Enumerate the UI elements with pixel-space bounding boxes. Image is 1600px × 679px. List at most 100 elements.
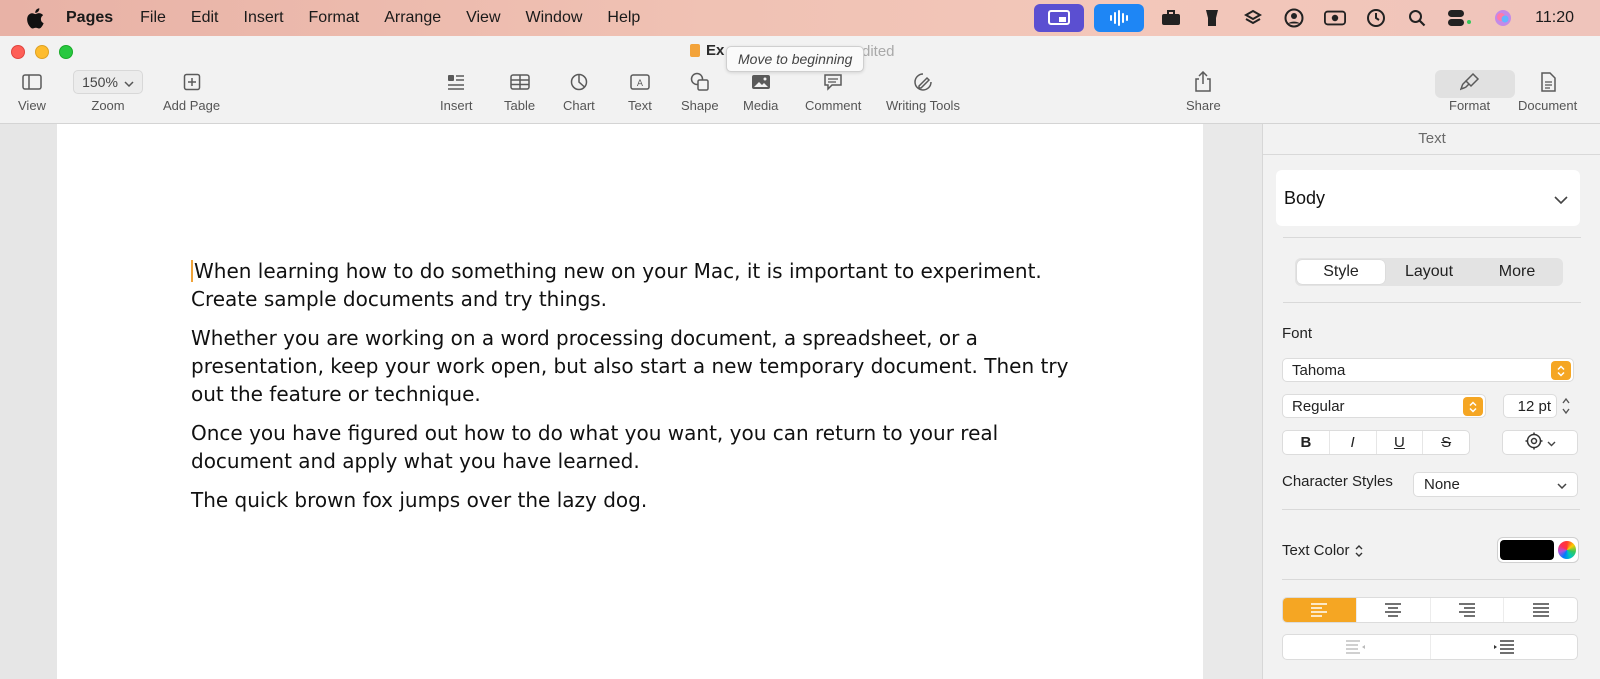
paragraph[interactable]: When learning how to do something new on… [191,257,1091,313]
screen-mirroring-icon[interactable] [1034,4,1085,32]
comment-label: Comment [805,98,862,113]
dropbox-icon[interactable] [1242,7,1264,29]
canvas-gutter [1203,124,1262,679]
menu-bar: Pages File Edit Insert Format Arrange Vi… [0,0,1600,36]
up-down-arrows-icon [1551,361,1571,380]
menu-view[interactable]: View [466,9,500,27]
siri-icon[interactable] [1492,7,1514,29]
media-label: Media [743,98,779,113]
document-body[interactable]: When learning how to do something new on… [191,257,1091,525]
voice-control-icon[interactable] [1094,4,1145,32]
document-icon [690,44,700,57]
document-title-text: Ex [706,42,725,59]
table-label: Table [504,98,536,113]
align-right-button[interactable] [1431,598,1505,622]
character-styles-popup[interactable]: None [1413,472,1578,497]
increase-indent-button[interactable] [1431,635,1578,659]
view-button[interactable]: View [18,70,46,113]
zoom-value: 150% [82,74,118,90]
text-color-popup[interactable]: Text Color [1282,542,1363,559]
spotlight-icon[interactable] [1406,7,1428,29]
character-styles-label: Character Styles [1282,473,1393,490]
share-button[interactable]: Share [1186,70,1221,113]
document-page[interactable]: When learning how to do something new on… [57,124,1203,679]
zoom-control[interactable]: 150% Zoom [73,70,143,113]
menu-pages[interactable]: Pages [66,9,113,27]
align-right-icon [1458,603,1475,617]
time-machine-icon[interactable] [1365,7,1387,29]
font-typeface-popup[interactable]: Regular [1282,394,1486,418]
text-button[interactable]: A Text [628,70,652,113]
paragraph[interactable]: The quick brown fox jumps over the lazy … [191,486,1091,514]
chart-label: Chart [563,98,595,113]
bartender-icon[interactable] [1201,7,1223,29]
strikethrough-button[interactable]: S [1423,431,1469,454]
svg-text:A: A [637,79,644,89]
document-button[interactable]: Document [1518,70,1577,113]
apple-menu-icon[interactable] [24,7,46,29]
chevron-down-icon [1557,476,1567,493]
toolbox-icon[interactable] [1160,7,1182,29]
user-icon[interactable] [1283,7,1305,29]
zoom-window-button[interactable] [59,45,73,59]
window-toolbar: Ex dited Move to beginning View 150% Zoo… [0,36,1600,124]
format-button[interactable]: Format [1449,70,1490,113]
comment-button[interactable]: Comment [805,70,861,113]
tab-style[interactable]: Style [1297,260,1385,284]
minimize-window-button[interactable] [35,45,49,59]
zoom-popup[interactable]: 150% [73,70,143,94]
paragraph[interactable]: Once you have figured out how to do what… [191,419,1091,475]
chart-button[interactable]: Chart [563,70,595,113]
font-style-buttons: B I U S [1282,430,1470,455]
color-swatch[interactable] [1500,540,1554,560]
tab-more[interactable]: More [1473,260,1561,284]
control-center-icon[interactable] [1447,7,1473,29]
decrease-indent-button[interactable] [1283,635,1431,659]
paragraph[interactable]: Whether you are working on a word proces… [191,324,1091,408]
photo-icon [751,70,771,94]
table-button[interactable]: Table [504,70,535,113]
chevron-down-icon [1554,188,1568,209]
font-size-field[interactable]: 12 pt [1503,394,1557,418]
advanced-options-popup[interactable] [1502,430,1578,455]
justify-button[interactable] [1504,598,1577,622]
alignment-buttons [1282,597,1578,623]
shape-button[interactable]: Shape [681,70,719,113]
text-box-icon: A [630,70,650,94]
writing-tools-button[interactable]: Writing Tools [886,70,960,113]
paragraph-style-popup[interactable]: Body [1276,170,1580,226]
align-center-button[interactable] [1357,598,1431,622]
align-left-button[interactable] [1283,598,1357,622]
media-button[interactable]: Media [743,70,778,113]
up-down-arrows-icon [1463,397,1483,416]
sidebar-icon [22,70,42,94]
document-title: Ex [690,42,724,59]
insert-button[interactable]: Insert [440,70,473,113]
divider [1282,509,1580,510]
color-wheel-icon[interactable] [1558,541,1576,559]
align-left-icon [1311,603,1328,617]
font-family-popup[interactable]: Tahoma [1282,358,1574,382]
indent-buttons [1282,634,1578,660]
document-canvas: When learning how to do something new on… [0,124,1262,679]
underline-button[interactable]: U [1377,431,1424,454]
divider [1282,579,1580,580]
menu-window[interactable]: Window [526,9,583,27]
menu-arrange[interactable]: Arrange [384,9,441,27]
font-family-value: Tahoma [1292,361,1346,379]
add-page-button[interactable]: Add Page [163,70,220,113]
menu-bar-clock[interactable]: 11:20 [1535,9,1574,27]
bold-button[interactable]: B [1283,431,1330,454]
italic-button[interactable]: I [1330,431,1377,454]
font-size-stepper[interactable] [1561,394,1573,418]
menu-insert[interactable]: Insert [244,9,284,27]
menu-file[interactable]: File [140,9,166,27]
menu-edit[interactable]: Edit [191,9,219,27]
text-color-well[interactable] [1497,537,1579,563]
tab-layout[interactable]: Layout [1385,260,1473,284]
close-window-button[interactable] [11,45,25,59]
divider [1283,237,1581,238]
menu-format[interactable]: Format [309,9,360,27]
menu-help[interactable]: Help [607,9,640,27]
screen-record-icon[interactable] [1324,7,1347,29]
